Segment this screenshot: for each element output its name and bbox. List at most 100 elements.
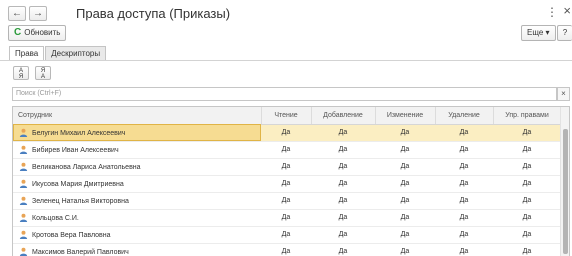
- tab-descriptors[interactable]: Дескрипторы: [45, 46, 107, 60]
- table-row[interactable]: Великанова Лариса Анатольевна Да Да Да Да Да: [13, 158, 561, 176]
- cell-edit[interactable]: Да: [375, 226, 435, 244]
- forward-button[interactable]: →: [29, 6, 47, 21]
- employee-name: Кротова Вера Павловна: [32, 232, 111, 239]
- cell-edit[interactable]: Да: [375, 141, 435, 159]
- back-button[interactable]: ←: [8, 6, 26, 21]
- cell-edit[interactable]: Да: [375, 175, 435, 193]
- cell-read[interactable]: Да: [261, 243, 311, 256]
- column-header-manage-rights[interactable]: Упр. правами: [493, 107, 562, 125]
- cell-employee[interactable]: Великанова Лариса Анатольевна: [13, 158, 261, 176]
- cell-edit[interactable]: Да: [375, 243, 435, 256]
- table-row[interactable]: Кольцова С.И. Да Да Да Да Да: [13, 209, 561, 227]
- cell-delete[interactable]: Да: [435, 226, 493, 244]
- cell-delete[interactable]: Да: [435, 124, 493, 142]
- table-row[interactable]: Икусова Мария Дмитриевна Да Да Да Да Да: [13, 175, 561, 193]
- cell-read[interactable]: Да: [261, 226, 311, 244]
- search-input[interactable]: Поиск (Ctrl+F): [12, 87, 557, 101]
- table-row[interactable]: Кротова Вера Павловна Да Да Да Да Да: [13, 226, 561, 244]
- cell-employee[interactable]: Зеленец Наталья Викторовна: [13, 192, 261, 210]
- table-header-row: Сотрудник Чтение Добавление Изменение Уд…: [13, 107, 562, 125]
- cell-edit[interactable]: Да: [375, 158, 435, 176]
- more-actions-icon[interactable]: ⋮: [546, 6, 558, 18]
- table-row[interactable]: Максимов Валерий Павлович Да Да Да Да Да: [13, 243, 561, 256]
- cell-read[interactable]: Да: [261, 158, 311, 176]
- cell-edit[interactable]: Да: [375, 124, 435, 142]
- help-button[interactable]: ?: [557, 25, 572, 41]
- user-icon: [19, 196, 28, 205]
- cell-read[interactable]: Да: [261, 124, 311, 142]
- cell-employee[interactable]: Бибирев Иван Алексеевич: [13, 141, 261, 159]
- tab-rights[interactable]: Права: [9, 46, 45, 60]
- cell-add[interactable]: Да: [311, 243, 375, 256]
- cell-delete[interactable]: Да: [435, 141, 493, 159]
- cell-read[interactable]: Да: [261, 209, 311, 227]
- user-icon: [19, 213, 28, 222]
- column-header-read[interactable]: Чтение: [261, 107, 312, 125]
- scrollbar-thumb[interactable]: [563, 129, 568, 254]
- search-clear-button[interactable]: ×: [557, 87, 570, 101]
- page-title: Права доступа (Приказы): [76, 6, 231, 21]
- cell-add[interactable]: Да: [311, 175, 375, 193]
- cell-delete[interactable]: Да: [435, 175, 493, 193]
- tab-bar: Права Дескрипторы: [9, 46, 107, 60]
- arrow-left-icon: ←: [12, 8, 22, 19]
- table-row[interactable]: Зеленец Наталья Викторовна Да Да Да Да Да: [13, 192, 561, 210]
- refresh-button[interactable]: C Обновить: [8, 25, 67, 41]
- cell-add[interactable]: Да: [311, 192, 375, 210]
- sort-ascending-button[interactable]: А Я: [13, 66, 29, 80]
- cell-manage-rights[interactable]: Да: [493, 209, 561, 227]
- cell-manage-rights[interactable]: Да: [493, 243, 561, 256]
- cell-add[interactable]: Да: [311, 209, 375, 227]
- arrow-right-icon: →: [33, 8, 43, 19]
- cell-delete[interactable]: Да: [435, 209, 493, 227]
- cell-delete[interactable]: Да: [435, 158, 493, 176]
- cell-edit[interactable]: Да: [375, 192, 435, 210]
- column-header-add[interactable]: Добавление: [311, 107, 376, 125]
- user-icon: [19, 162, 28, 171]
- cell-read[interactable]: Да: [261, 175, 311, 193]
- cell-edit[interactable]: Да: [375, 209, 435, 227]
- table-row[interactable]: Белугин Михаил Алексеевич Да Да Да Да Да: [13, 124, 561, 142]
- cell-employee[interactable]: Кротова Вера Павловна: [13, 226, 261, 244]
- column-header-edit[interactable]: Изменение: [375, 107, 436, 125]
- column-header-employee[interactable]: Сотрудник: [13, 107, 262, 125]
- cell-read[interactable]: Да: [261, 192, 311, 210]
- cell-employee[interactable]: Белугин Михаил Алексеевич: [13, 124, 261, 142]
- cell-add[interactable]: Да: [311, 158, 375, 176]
- sort-descending-button[interactable]: Я А: [35, 66, 51, 80]
- user-icon: [19, 230, 28, 239]
- cell-employee[interactable]: Икусова Мария Дмитриевна: [13, 175, 261, 193]
- cell-add[interactable]: Да: [311, 124, 375, 142]
- employee-name: Зеленец Наталья Викторовна: [32, 198, 129, 205]
- cell-read[interactable]: Да: [261, 141, 311, 159]
- employee-name: Бибирев Иван Алексеевич: [32, 147, 119, 154]
- refresh-icon: C: [14, 27, 22, 38]
- more-button[interactable]: Еще ▾: [521, 25, 556, 41]
- sort-ascending-icon: А Я: [18, 68, 24, 80]
- column-header-delete[interactable]: Удаление: [435, 107, 494, 125]
- cell-delete[interactable]: Да: [435, 192, 493, 210]
- employee-name: Икусова Мария Дмитриевна: [32, 181, 124, 188]
- cell-manage-rights[interactable]: Да: [493, 124, 561, 142]
- table-row[interactable]: Бибирев Иван Алексеевич Да Да Да Да Да: [13, 141, 561, 159]
- employee-name: Кольцова С.И.: [32, 215, 79, 222]
- cell-add[interactable]: Да: [311, 226, 375, 244]
- refresh-label: Обновить: [24, 28, 61, 37]
- user-icon: [19, 145, 28, 154]
- tab-divider: [0, 60, 572, 61]
- employee-name: Великанова Лариса Анатольевна: [32, 164, 141, 171]
- user-icon: [19, 247, 28, 256]
- cell-manage-rights[interactable]: Да: [493, 158, 561, 176]
- cell-employee[interactable]: Кольцова С.И.: [13, 209, 261, 227]
- employee-name: Белугин Михаил Алексеевич: [32, 130, 126, 137]
- cell-employee[interactable]: Максимов Валерий Павлович: [13, 243, 261, 256]
- cell-delete[interactable]: Да: [435, 243, 493, 256]
- cell-manage-rights[interactable]: Да: [493, 175, 561, 193]
- vertical-scrollbar[interactable]: [560, 107, 569, 256]
- cell-add[interactable]: Да: [311, 141, 375, 159]
- user-icon: [19, 128, 28, 137]
- cell-manage-rights[interactable]: Да: [493, 141, 561, 159]
- close-icon[interactable]: ×: [563, 4, 571, 18]
- cell-manage-rights[interactable]: Да: [493, 192, 561, 210]
- cell-manage-rights[interactable]: Да: [493, 226, 561, 244]
